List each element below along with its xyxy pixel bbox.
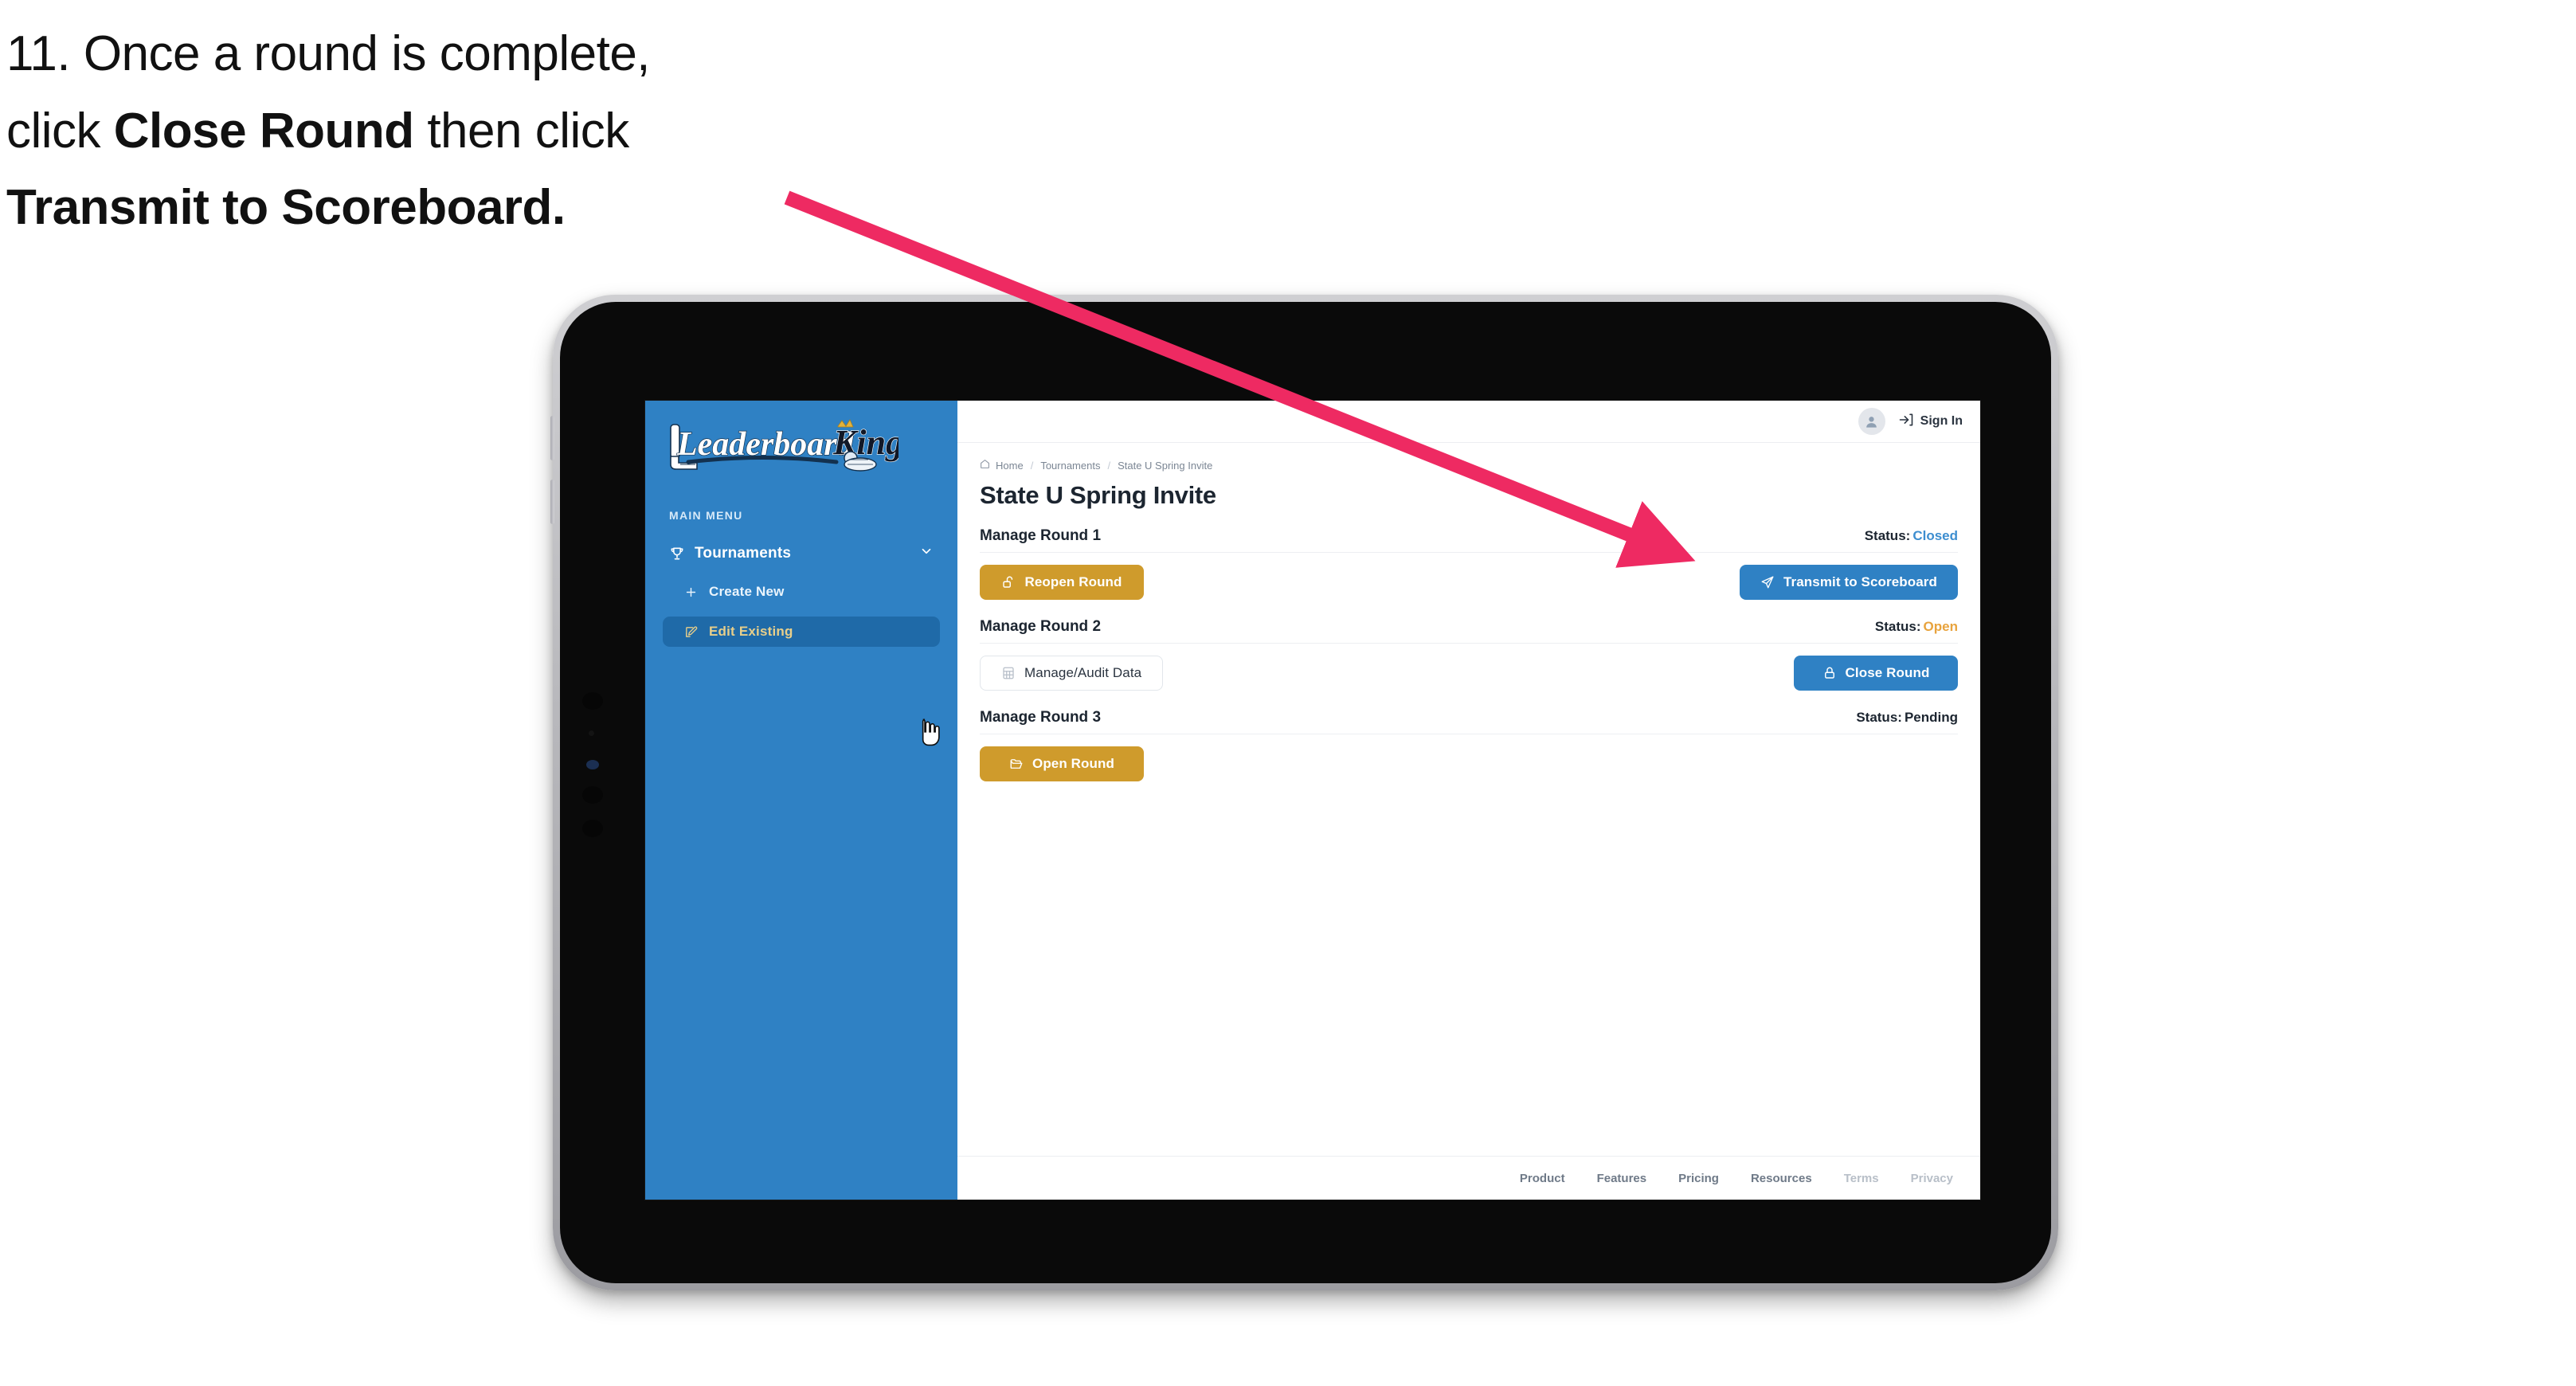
status-badge: Status: Open <box>1875 619 1958 635</box>
round-header: Manage Round 3 Status: Pending <box>980 709 1958 734</box>
lock-icon <box>1822 666 1837 680</box>
round-title: Manage Round 1 <box>980 527 1102 544</box>
button-label: Manage/Audit Data <box>1024 665 1142 680</box>
sign-in-button[interactable]: Sign In <box>1898 412 1963 432</box>
bezel-sensor-dot <box>582 692 603 710</box>
edit-square-icon <box>680 625 701 639</box>
manage-audit-data-button[interactable]: Manage/Audit Data <box>980 656 1164 691</box>
round-actions: Open Round <box>980 746 1958 782</box>
unlock-icon <box>1001 575 1016 589</box>
app-footer: Product Features Pricing Resources Terms… <box>957 1156 1980 1200</box>
trophy-icon <box>669 546 690 562</box>
brand-logo[interactable]: Leaderboard King <box>645 401 957 487</box>
round-block-2: Manage Round 2 Status: Open Manage/Audit… <box>980 618 1958 691</box>
sidebar-section-label: MAIN MENU <box>669 509 743 522</box>
bezel-sensor-dot <box>582 820 603 837</box>
footer-link-privacy[interactable]: Privacy <box>1911 1172 1953 1185</box>
button-label: Transmit to Scoreboard <box>1783 574 1937 589</box>
instruction-caption: 11. Once a round is complete, click Clos… <box>6 16 898 247</box>
button-label: Open Round <box>1032 756 1114 771</box>
status-label: Status: <box>1874 619 1921 634</box>
transmit-to-scoreboard-button[interactable]: Transmit to Scoreboard <box>1739 565 1958 600</box>
sign-in-label: Sign In <box>1920 414 1963 428</box>
caption-line-1: 11. Once a round is complete, <box>6 26 651 81</box>
status-value: Closed <box>1912 528 1958 543</box>
app-sidebar: Leaderboard King MAIN MENU Tournaments C… <box>645 401 957 1200</box>
caption-line-2-pre: click <box>6 103 114 159</box>
tablet-device-mockup: Leaderboard King MAIN MENU Tournaments C… <box>550 295 2058 1290</box>
footer-link-pricing[interactable]: Pricing <box>1678 1172 1719 1185</box>
round-actions: Manage/Audit Data Close Round <box>980 655 1958 691</box>
tablet-bezel: Leaderboard King MAIN MENU Tournaments C… <box>560 302 2051 1283</box>
bezel-sensor-dot <box>589 730 594 736</box>
round-actions: Reopen Round Transmit to Scoreboard <box>980 564 1958 601</box>
status-badge: Status: Pending <box>1856 710 1958 726</box>
button-label: Close Round <box>1845 665 1930 680</box>
folder-open-icon <box>1009 757 1024 771</box>
send-plane-icon <box>1760 575 1775 589</box>
sidebar-item-create-new[interactable]: Create New <box>663 577 940 607</box>
avatar[interactable] <box>1858 408 1885 435</box>
tablet-side-button-top <box>550 416 554 460</box>
footer-link-product[interactable]: Product <box>1520 1172 1565 1185</box>
breadcrumb: Home / Tournaments / State U Spring Invi… <box>980 459 1958 472</box>
round-title: Manage Round 3 <box>980 709 1102 726</box>
breadcrumb-item-tournaments[interactable]: Tournaments <box>1040 460 1100 472</box>
open-round-button[interactable]: Open Round <box>980 746 1144 781</box>
tablet-side-button-bottom <box>550 480 554 524</box>
status-label: Status: <box>1864 528 1911 543</box>
breadcrumb-item-home[interactable]: Home <box>980 459 1024 472</box>
status-badge: Status: Closed <box>1865 528 1958 544</box>
sidebar-group-tournaments[interactable]: Tournaments <box>663 539 940 567</box>
round-header: Manage Round 2 Status: Open <box>980 618 1958 644</box>
bezel-sensor-dot <box>582 786 603 804</box>
home-icon <box>980 459 990 472</box>
round-header: Manage Round 1 Status: Closed <box>980 527 1958 553</box>
breadcrumb-label: Home <box>996 459 1024 472</box>
round-block-1: Manage Round 1 Status: Closed Reopen Rou… <box>980 527 1958 601</box>
footer-link-terms[interactable]: Terms <box>1844 1172 1879 1185</box>
page-title: State U Spring Invite <box>980 481 1216 509</box>
breadcrumb-separator: / <box>1030 459 1034 472</box>
svg-text:King: King <box>832 423 898 462</box>
tablet-screen: Leaderboard King MAIN MENU Tournaments C… <box>645 401 1980 1200</box>
sidebar-item-label: Edit Existing <box>709 624 793 639</box>
plus-icon <box>680 585 701 599</box>
bezel-camera-dot <box>586 760 599 769</box>
footer-link-resources[interactable]: Resources <box>1751 1172 1812 1185</box>
sidebar-item-edit-existing[interactable]: Edit Existing <box>663 617 940 647</box>
table-grid-icon <box>1001 666 1016 680</box>
sidebar-group-label: Tournaments <box>695 544 792 562</box>
status-value: Pending <box>1904 710 1958 725</box>
breadcrumb-separator: / <box>1107 459 1111 472</box>
reopen-round-button[interactable]: Reopen Round <box>980 565 1144 600</box>
footer-link-features[interactable]: Features <box>1597 1172 1647 1185</box>
button-label: Reopen Round <box>1024 574 1122 589</box>
caption-line-2: click Close Round then click <box>6 93 898 170</box>
status-value: Open <box>1923 619 1958 634</box>
page-content: Home / Tournaments / State U Spring Invi… <box>957 443 1980 1156</box>
status-label: Status: <box>1856 710 1902 725</box>
mouse-cursor-pointer <box>922 718 940 746</box>
sign-in-icon <box>1898 412 1914 432</box>
sidebar-item-label: Create New <box>709 584 785 599</box>
chevron-down-icon[interactable] <box>919 544 934 562</box>
app-topbar: Sign In <box>957 401 1980 443</box>
breadcrumb-item-current[interactable]: State U Spring Invite <box>1118 460 1212 472</box>
app-main-panel: Sign In Home / Tournaments / State U Spr… <box>957 401 1980 1200</box>
caption-line-3: Transmit to Scoreboard. <box>6 180 566 236</box>
caption-line-2-post: then click <box>413 103 629 159</box>
caption-line-2-bold: Close Round <box>113 103 414 159</box>
round-title: Manage Round 2 <box>980 618 1102 635</box>
close-round-button[interactable]: Close Round <box>1794 656 1958 691</box>
round-block-3: Manage Round 3 Status: Pending Open Roun… <box>980 709 1958 782</box>
